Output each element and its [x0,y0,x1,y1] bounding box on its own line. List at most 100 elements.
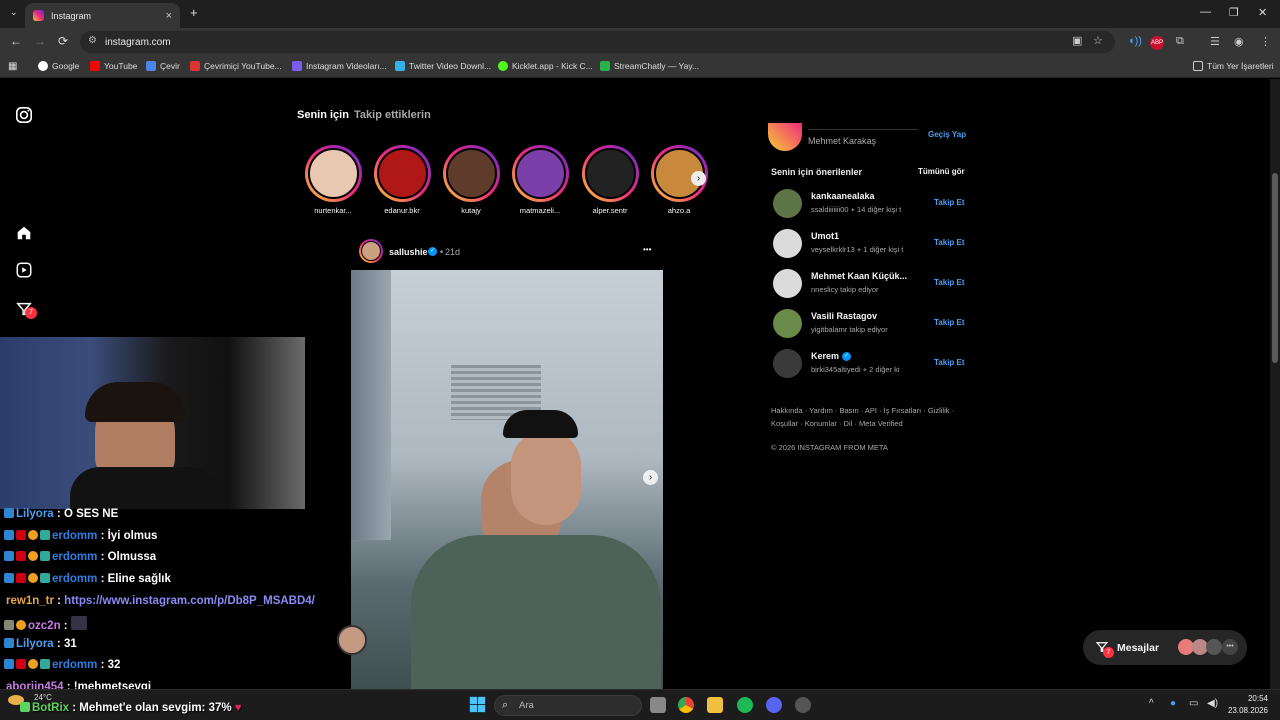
chat-line: ozc2n : [4,616,89,632]
minimize-icon[interactable]: — [1200,6,1211,18]
footer-links-2[interactable]: Koşullar · Konumlar · Dil · Meta Verifie… [771,419,903,428]
chat-link[interactable]: https://www.instagram.com/p/Db8P_MSABD4/ [64,595,315,607]
all-bookmarks[interactable]: Tüm Yer İşaretleri [1193,61,1274,71]
tab-search-icon[interactable]: ⌄ [10,7,18,18]
bookmark-youtube[interactable]: YouTube [90,61,137,71]
chat-badge-icon [16,620,26,630]
suggestion-avatar[interactable] [773,309,802,338]
back-icon[interactable]: ← [10,34,22,48]
post-next-icon[interactable]: › [643,470,658,485]
network-icon[interactable]: ▭ [1189,698,1198,709]
windows-start-icon[interactable] [469,696,486,713]
tray-chevron-icon[interactable]: ^ [1149,698,1154,709]
bookmark-google[interactable]: Google [38,61,79,71]
current-user-avatar[interactable] [768,123,802,151]
streamer-hair [85,382,185,422]
streamer-shirt [70,467,220,509]
page-scrollbar[interactable] [1270,79,1280,689]
close-window-icon[interactable]: ✕ [1258,6,1267,19]
suggestion-item: Mehmet Kaan Küçük... nneslicy takip ediy… [773,267,965,299]
chat-badge-icon [40,530,50,540]
bookmark-star-icon[interactable]: ☆ [1093,34,1103,47]
bookmark-instagram-videos[interactable]: Instagram Videoları... [292,61,387,71]
file-explorer-icon[interactable] [707,697,723,713]
story-item[interactable]: edanur.bkr [372,145,432,215]
story-item[interactable]: alper.sentr [580,145,640,215]
chat-line: erdomm : İyi olmus [4,530,157,542]
home-icon[interactable] [15,224,33,242]
menu-icon[interactable]: ⋮ [1260,35,1271,48]
follow-button[interactable]: Takip Et [934,358,965,367]
messages-pill[interactable]: 7 Mesajlar ••• [1083,630,1247,665]
chat-emote-icon [70,616,87,630]
chat-badge-icon [4,573,14,583]
building-side [351,270,391,540]
tab-list-icon[interactable]: ☰ [1210,35,1220,48]
forward-icon[interactable]: → [34,34,46,48]
maximize-icon[interactable]: ❐ [1229,6,1239,19]
story-item[interactable]: kutajy [441,145,501,215]
app-icon[interactable] [795,697,811,713]
site-info-icon[interactable]: ⚙ [88,35,97,46]
post-more-icon[interactable]: ••• [643,245,651,254]
chat-badge-icon [16,659,26,669]
story-item[interactable]: matmazeli... [510,145,570,215]
kicklet-icon [498,61,508,71]
cast-icon[interactable]: ▣ [1072,34,1082,47]
extension-audio-icon[interactable]: ◖)) [1128,35,1142,47]
story-item[interactable]: nurtenkar... [303,145,363,215]
follow-button[interactable]: Takip Et [934,238,965,247]
chrome-icon[interactable] [678,697,694,713]
apps-grid-icon[interactable]: ▦ [8,61,17,72]
suggestion-avatar[interactable] [773,229,802,258]
extensions-puzzle-icon[interactable]: ⧉ [1176,35,1184,48]
post-avatar[interactable] [359,239,383,263]
spotify-icon[interactable] [737,697,753,713]
switch-account-link[interactable]: Geçiş Yap [928,130,966,139]
instagram-logo-icon[interactable] [15,106,33,124]
tab-title: Instagram [51,10,92,21]
verified-icon: ✓ [842,352,851,361]
tab-following[interactable]: Takip ettiklerin [354,109,431,121]
post-image[interactable]: › [351,270,663,689]
bookmark-youtube-converter[interactable]: Çevrimiçi YouTube... [190,61,282,71]
discord-icon[interactable] [766,697,782,713]
new-tab-button[interactable]: + [190,5,198,20]
task-view-icon[interactable] [650,697,666,713]
microphone-icon[interactable]: ● [1170,698,1176,709]
suggestion-avatar[interactable] [773,269,802,298]
messages-label: Mesajlar [1117,642,1160,654]
more-icon: ••• [1222,639,1238,655]
bookmark-twitter-downloader[interactable]: Twitter Video Downl... [395,61,491,71]
floating-avatar[interactable] [337,625,367,655]
current-user-name[interactable]: Mehmet Karakaş [808,136,876,146]
weather-temp[interactable]: 24°C [34,693,52,702]
adblock-extension-icon[interactable]: ABP [1150,36,1164,50]
address-bar[interactable]: ⚙ instagram.com ▣ ☆ [80,31,1115,53]
browser-tab-bar: ⌄ Instagram × + — ❐ ✕ [0,0,1280,28]
close-tab-icon[interactable]: × [166,10,172,22]
follow-button[interactable]: Takip Et [934,278,965,287]
browser-tab[interactable]: Instagram × [25,3,180,28]
scroll-thumb[interactable] [1272,173,1278,363]
profile-icon[interactable]: ◉ [1234,35,1244,48]
bookmark-kicklet[interactable]: Kicklet.app - Kick C... [498,61,593,71]
bookmark-translate[interactable]: Çevir [146,61,180,71]
follow-button[interactable]: Takip Et [934,318,965,327]
post-username[interactable]: sallushie [389,247,428,257]
clock-time[interactable]: 20:54 [1240,694,1268,703]
taskbar-search[interactable]: ⌕ Ara [494,695,642,716]
suggestion-avatar[interactable] [773,189,802,218]
stories-next-icon[interactable]: › [691,171,706,186]
see-all-link[interactable]: Tümünü gör [918,167,965,176]
volume-icon[interactable]: ◀) [1207,698,1218,709]
follow-button[interactable]: Takip Et [934,198,965,207]
tab-for-you[interactable]: Senin için [297,109,349,121]
reload-icon[interactable]: ⟳ [58,34,68,48]
footer-links-1[interactable]: Hakkında · Yardım · Basın · API · İş Fır… [771,406,954,415]
suggestion-avatar[interactable] [773,349,802,378]
reels-icon[interactable] [15,261,33,279]
bookmark-streamchatly[interactable]: StreamChatly — Yay... [600,61,699,71]
suggestion-item: Umot1 veyselkrklr13 + 1 diğer kişi t Tak… [773,227,965,259]
clock-date[interactable]: 23.08.2026 [1224,706,1268,715]
